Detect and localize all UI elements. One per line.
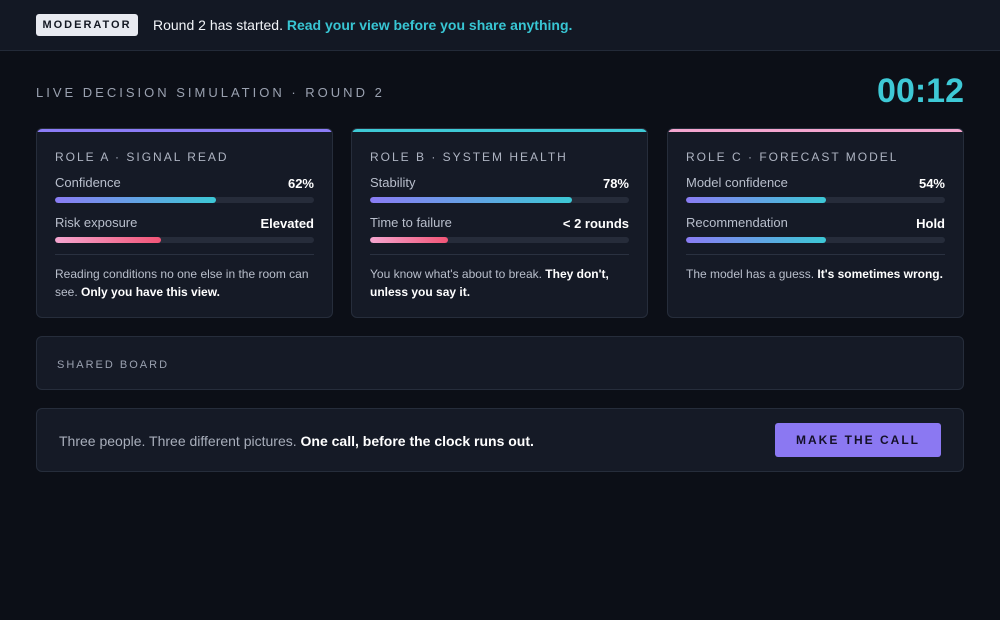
role-note-emphasis: Only you have this view. — [81, 285, 220, 299]
metric-bar — [55, 197, 314, 203]
make-the-call-button[interactable]: MAKE THE CALL — [775, 423, 941, 457]
metric-label: Recommendation — [686, 215, 788, 230]
metric-value: Hold — [916, 216, 945, 231]
card-divider — [686, 254, 945, 255]
metric-value: 54% — [918, 176, 945, 191]
metric-label: Stability — [370, 175, 416, 190]
call-prompt-text: Three people. Three different pictures. — [59, 433, 301, 449]
metric-bar-fill — [686, 197, 826, 203]
call-bar: Three people. Three different pictures. … — [36, 408, 964, 472]
metric-bar-fill — [370, 197, 573, 203]
metric-bar — [370, 237, 629, 243]
role-note-text: The model has a guess. — [686, 267, 818, 281]
metric-bar-fill — [686, 237, 826, 243]
shared-board[interactable]: SHARED BOARD — [36, 336, 964, 390]
metric-value: 62% — [287, 176, 314, 191]
role-card-b: ROLE B · SYSTEM HEALTH Stability 78% Tim… — [351, 128, 648, 318]
top-bar: MODERATOR Round 2 has started. Read your… — [0, 0, 1000, 51]
metric-bar — [55, 237, 314, 243]
metric-label: Model confidence — [686, 175, 788, 190]
role-card-note: Reading conditions no one else in the ro… — [55, 265, 314, 301]
metric-value: < 2 rounds — [562, 216, 629, 231]
metric-value: 78% — [602, 176, 629, 191]
shared-board-label: SHARED BOARD — [57, 359, 170, 371]
role-card-title: ROLE C · FORECAST MODEL — [686, 150, 899, 164]
role-card-note: You know what's about to break. They don… — [370, 265, 629, 301]
role-card-title: ROLE B · SYSTEM HEALTH — [370, 150, 568, 164]
call-prompt-emphasis: One call, before the clock runs out. — [300, 433, 534, 449]
page-title: LIVE DECISION SIMULATION · ROUND 2 — [36, 85, 385, 100]
countdown-timer: 00:12 — [877, 72, 964, 110]
role-note-emphasis: It's sometimes wrong. — [817, 267, 943, 281]
role-card-accent-line — [37, 129, 332, 132]
role-card-accent-line — [352, 129, 647, 132]
role-card-c: ROLE C · FORECAST MODEL Model confidence… — [667, 128, 964, 318]
moderator-badge: MODERATOR — [36, 14, 138, 36]
role-card-title: ROLE A · SIGNAL READ — [55, 150, 229, 164]
role-card-a: ROLE A · SIGNAL READ Confidence 62% Risk… — [36, 128, 333, 318]
role-card-accent-line — [668, 129, 963, 132]
metric-bar-fill — [370, 237, 448, 243]
call-prompt: Three people. Three different pictures. … — [59, 433, 534, 449]
metric-bar-fill — [55, 237, 162, 243]
metric-label: Risk exposure — [55, 215, 138, 230]
metric-label: Confidence — [55, 175, 121, 190]
metric-bar — [370, 197, 629, 203]
round-status-text: Round 2 has started. — [153, 17, 287, 33]
card-divider — [370, 254, 629, 255]
round-status-instruction: Read your view before you share anything… — [286, 17, 573, 33]
role-note-text: You know what's about to break. — [370, 267, 546, 281]
metric-bar — [686, 197, 945, 203]
metric-value: Elevated — [260, 216, 314, 231]
role-card-note: The model has a guess. It's sometimes wr… — [686, 265, 945, 283]
metric-label: Time to failure — [370, 215, 452, 230]
round-status-message: Round 2 has started. Read your view befo… — [153, 17, 572, 33]
metric-bar — [686, 237, 945, 243]
card-divider — [55, 254, 314, 255]
metric-bar-fill — [55, 197, 216, 203]
